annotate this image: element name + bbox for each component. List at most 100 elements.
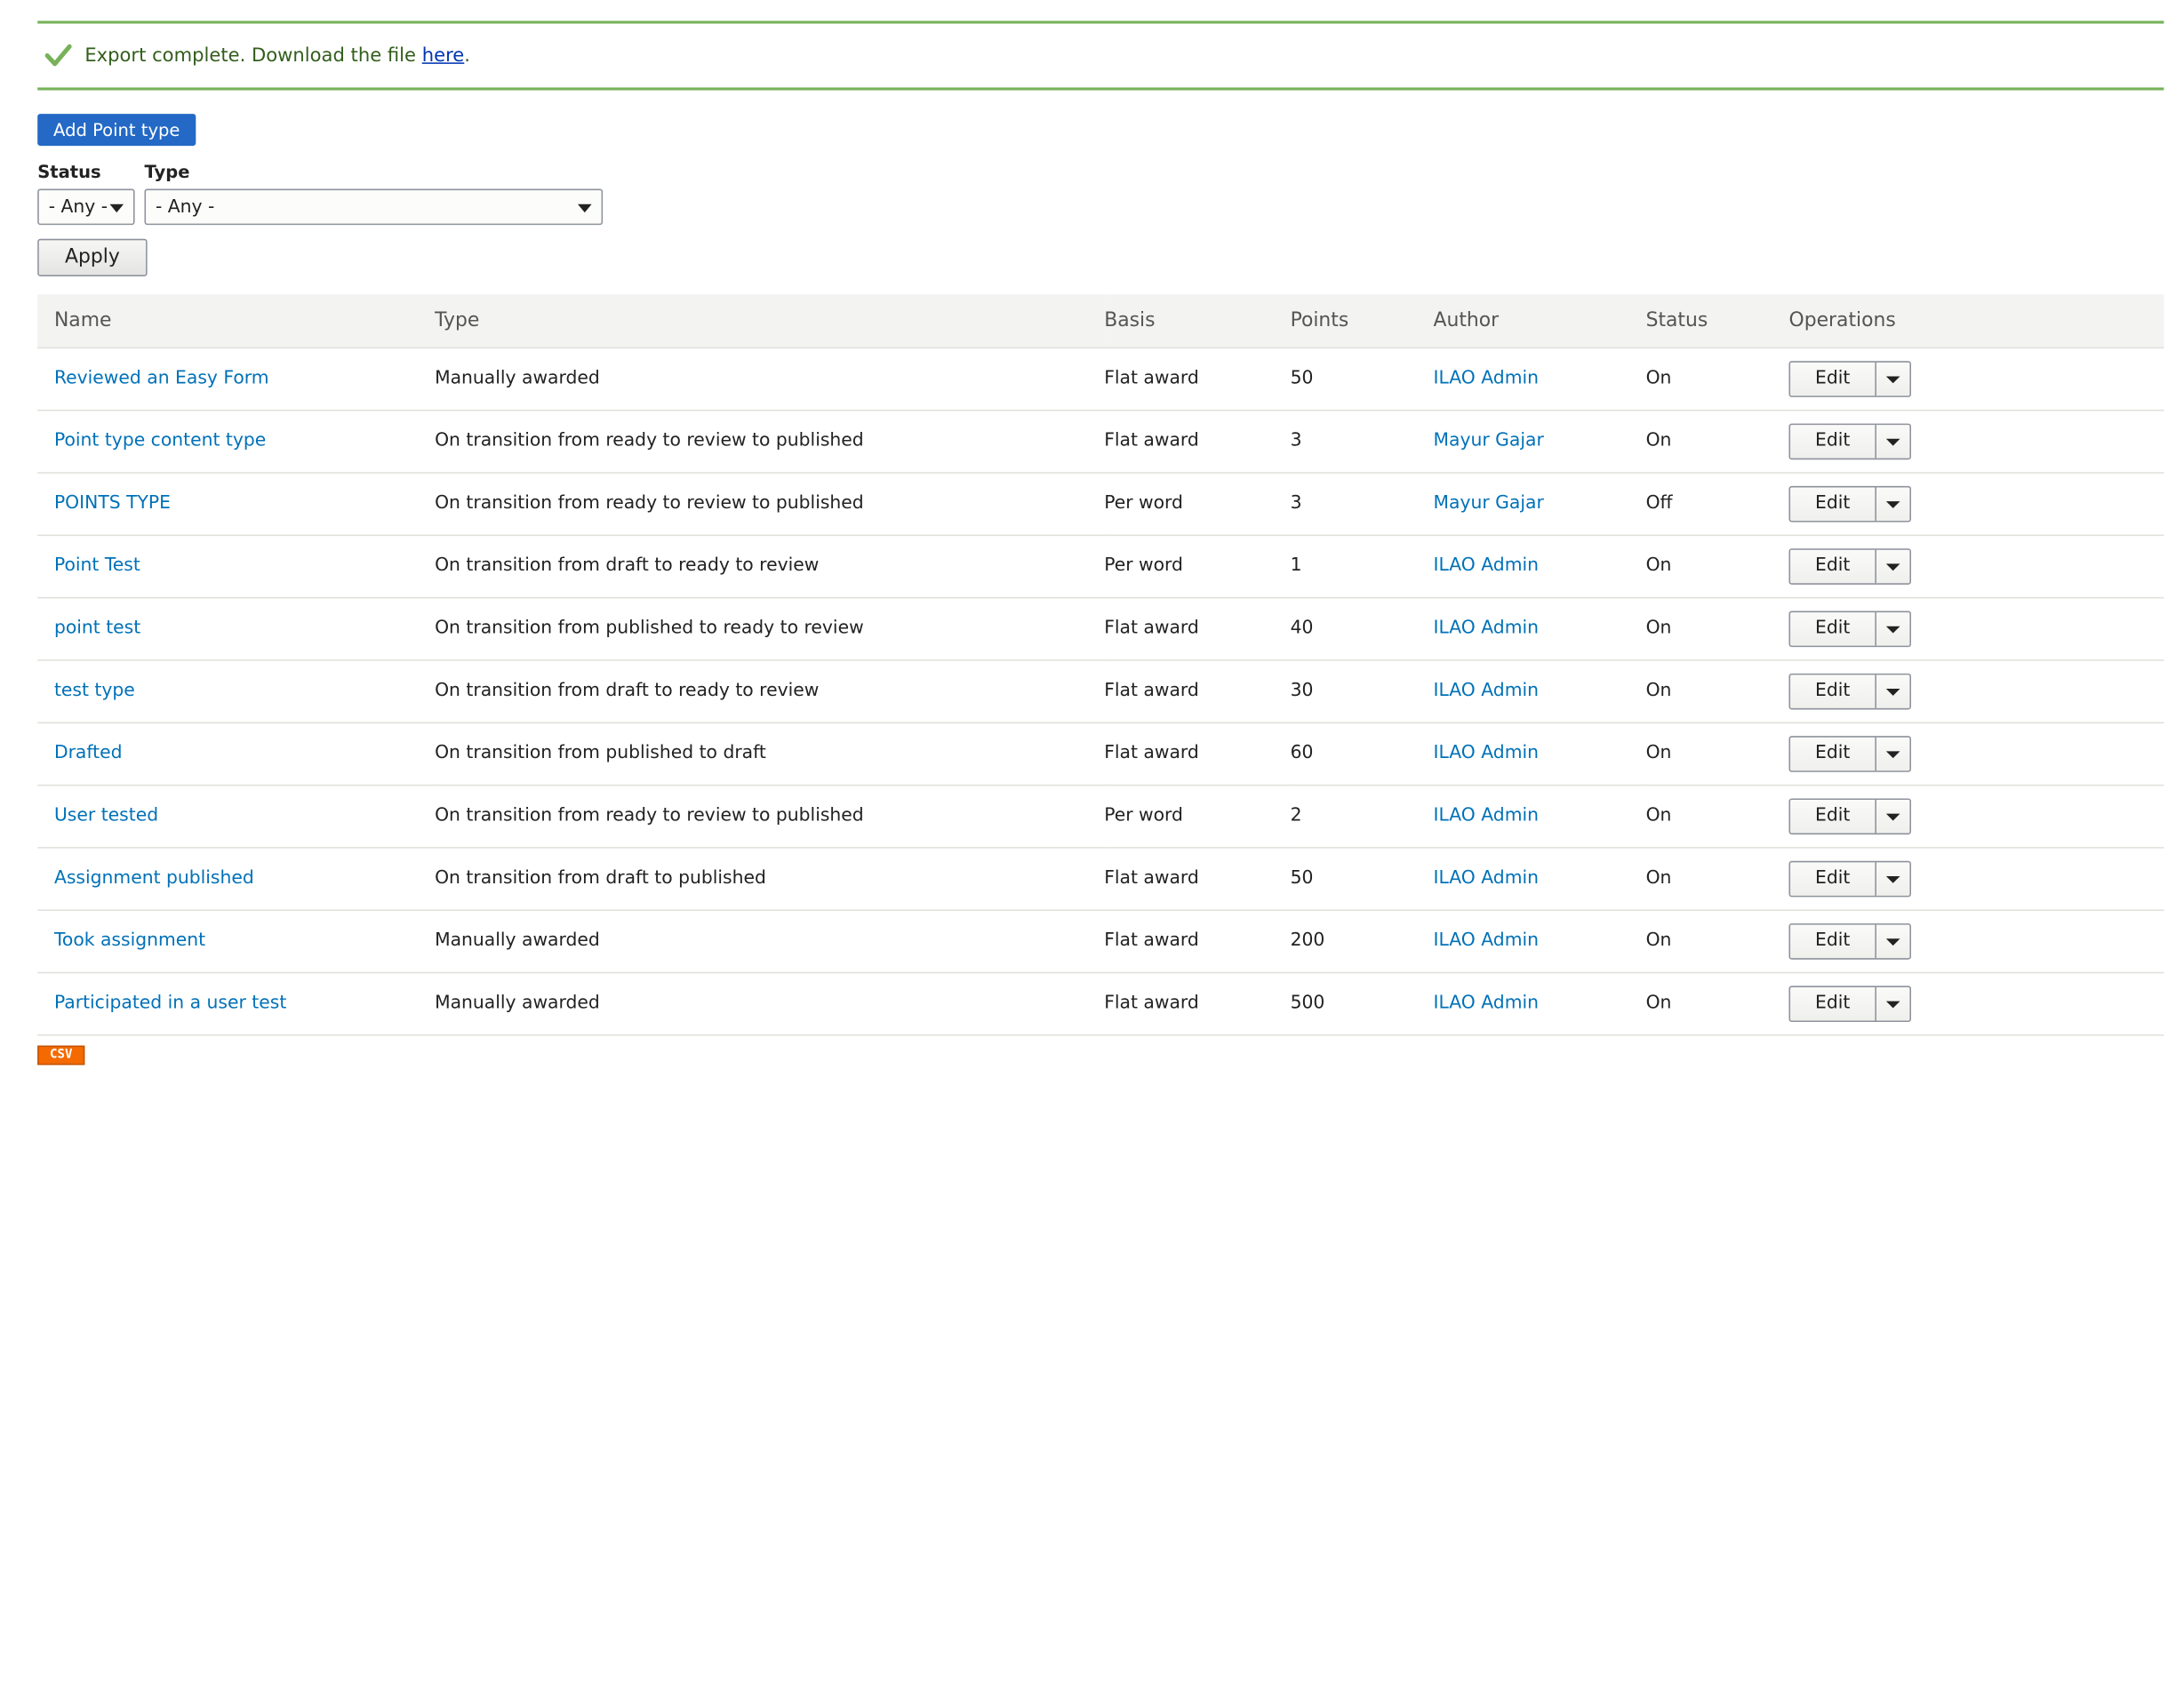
cell-operations: Edit xyxy=(1788,472,2164,536)
chevron-down-icon xyxy=(578,204,592,213)
operations-dropbutton: Edit xyxy=(1788,673,1911,709)
cell-name: Drafted xyxy=(37,722,436,786)
point-type-name-link[interactable]: Point type content type xyxy=(54,430,266,451)
cell-author: ILAO Admin xyxy=(1433,722,1646,786)
cell-author: ILAO Admin xyxy=(1433,534,1646,598)
author-link[interactable]: ILAO Admin xyxy=(1434,868,1540,889)
cell-author: ILAO Admin xyxy=(1433,596,1646,660)
cell-name: test type xyxy=(37,659,436,723)
edit-button[interactable]: Edit xyxy=(1790,736,1876,770)
cell-points: 40 xyxy=(1290,596,1434,660)
edit-button[interactable]: Edit xyxy=(1790,486,1876,521)
point-type-name-link[interactable]: test type xyxy=(54,681,135,701)
cell-basis: Flat award xyxy=(1104,659,1291,723)
edit-button[interactable]: Edit xyxy=(1790,986,1876,1020)
author-link[interactable]: Mayur Gajar xyxy=(1434,493,1544,514)
point-type-name-link[interactable]: Point Test xyxy=(54,555,140,576)
edit-button[interactable]: Edit xyxy=(1790,799,1876,833)
apply-button[interactable]: Apply xyxy=(37,238,148,276)
author-link[interactable]: Mayur Gajar xyxy=(1434,430,1544,451)
edit-button[interactable]: Edit xyxy=(1790,424,1876,458)
author-link[interactable]: ILAO Admin xyxy=(1434,368,1540,388)
column-header-author[interactable]: Author xyxy=(1433,294,1646,348)
edit-button[interactable]: Edit xyxy=(1790,674,1876,708)
column-header-name[interactable]: Name xyxy=(37,294,436,348)
cell-name: point test xyxy=(37,596,436,660)
point-type-name-link[interactable]: Assignment published xyxy=(54,868,254,889)
csv-export-button[interactable]: CSV xyxy=(37,1045,85,1066)
operations-dropbutton: Edit xyxy=(1788,485,1911,522)
column-header-points[interactable]: Points xyxy=(1290,294,1434,348)
operations-toggle-button[interactable] xyxy=(1876,674,1910,708)
point-type-name-link[interactable]: Participated in a user test xyxy=(54,993,286,1013)
edit-button[interactable]: Edit xyxy=(1790,861,1876,896)
chevron-down-icon xyxy=(1885,812,1900,820)
cell-points: 60 xyxy=(1290,722,1434,786)
cell-name: Reviewed an Easy Form xyxy=(37,347,436,411)
cell-type: On transition from draft to ready to rev… xyxy=(435,534,1105,598)
point-type-name-link[interactable]: point test xyxy=(54,618,140,638)
operations-toggle-button[interactable] xyxy=(1876,862,1910,896)
point-type-name-link[interactable]: POINTS TYPE xyxy=(54,493,171,514)
chevron-down-icon xyxy=(1885,563,1900,571)
author-link[interactable]: ILAO Admin xyxy=(1434,930,1540,951)
cell-name: POINTS TYPE xyxy=(37,472,436,536)
column-header-basis[interactable]: Basis xyxy=(1104,294,1291,348)
author-link[interactable]: ILAO Admin xyxy=(1434,993,1540,1013)
author-link[interactable]: ILAO Admin xyxy=(1434,618,1540,638)
edit-button[interactable]: Edit xyxy=(1790,611,1876,645)
cell-name: Took assignment xyxy=(37,909,436,973)
cell-type: On transition from ready to review to pu… xyxy=(435,409,1105,474)
cell-points: 50 xyxy=(1290,847,1434,911)
table-header-row: Name Type Basis Points Author Status Ope… xyxy=(37,294,2164,348)
status-filter-value: - Any - xyxy=(48,196,108,219)
operations-toggle-button[interactable] xyxy=(1876,737,1910,770)
add-point-type-button[interactable]: Add Point type xyxy=(37,114,196,147)
author-link[interactable]: ILAO Admin xyxy=(1434,805,1540,826)
cell-operations: Edit xyxy=(1788,784,2164,848)
operations-dropbutton: Edit xyxy=(1788,859,1911,897)
author-link[interactable]: ILAO Admin xyxy=(1434,555,1540,576)
column-header-status[interactable]: Status xyxy=(1645,294,1789,348)
cell-basis: Flat award xyxy=(1104,847,1291,911)
operations-toggle-button[interactable] xyxy=(1876,487,1910,521)
operations-toggle-button[interactable] xyxy=(1876,924,1910,958)
cell-basis: Per word xyxy=(1104,534,1291,598)
cell-name: Participated in a user test xyxy=(37,971,436,1035)
status-message: Export complete. Download the file here. xyxy=(37,20,2164,91)
cell-type: On transition from published to ready to… xyxy=(435,596,1105,660)
edit-button[interactable]: Edit xyxy=(1790,362,1876,395)
status-filter-select[interactable]: - Any - xyxy=(37,188,135,226)
download-link[interactable]: here xyxy=(422,44,465,67)
cell-type: On transition from draft to ready to rev… xyxy=(435,659,1105,723)
point-type-name-link[interactable]: User tested xyxy=(54,805,158,826)
point-type-name-link[interactable]: Drafted xyxy=(54,743,123,763)
point-type-name-link[interactable]: Took assignment xyxy=(54,930,205,951)
operations-toggle-button[interactable] xyxy=(1876,549,1910,583)
column-header-type[interactable]: Type xyxy=(435,294,1105,348)
status-message-text: Export complete. Download the file here. xyxy=(84,44,470,67)
operations-toggle-button[interactable] xyxy=(1876,799,1910,833)
cell-operations: Edit xyxy=(1788,847,2164,911)
cell-status: On xyxy=(1645,847,1789,911)
type-filter-select[interactable]: - Any - xyxy=(144,188,604,226)
operations-dropbutton: Edit xyxy=(1788,735,1911,771)
table-row: Drafted On transition from published to d… xyxy=(37,722,2164,786)
edit-button[interactable]: Edit xyxy=(1790,548,1876,583)
point-type-name-link[interactable]: Reviewed an Easy Form xyxy=(54,368,269,388)
edit-button[interactable]: Edit xyxy=(1790,923,1876,958)
operations-toggle-button[interactable] xyxy=(1876,611,1910,645)
cell-status: On xyxy=(1645,659,1789,723)
table-row: point test On transition from published t… xyxy=(37,596,2164,660)
cell-operations: Edit xyxy=(1788,659,2164,723)
operations-toggle-button[interactable] xyxy=(1876,986,1910,1020)
operations-toggle-button[interactable] xyxy=(1876,424,1910,458)
author-link[interactable]: ILAO Admin xyxy=(1434,681,1540,701)
cell-type: Manually awarded xyxy=(435,347,1105,411)
cell-type: On transition from published to draft xyxy=(435,722,1105,786)
table-row: Reviewed an Easy Form Manually awarded Fla… xyxy=(37,347,2164,411)
author-link[interactable]: ILAO Admin xyxy=(1434,743,1540,763)
chevron-down-icon xyxy=(1885,875,1900,882)
cell-operations: Edit xyxy=(1788,971,2164,1035)
operations-toggle-button[interactable] xyxy=(1876,362,1910,395)
